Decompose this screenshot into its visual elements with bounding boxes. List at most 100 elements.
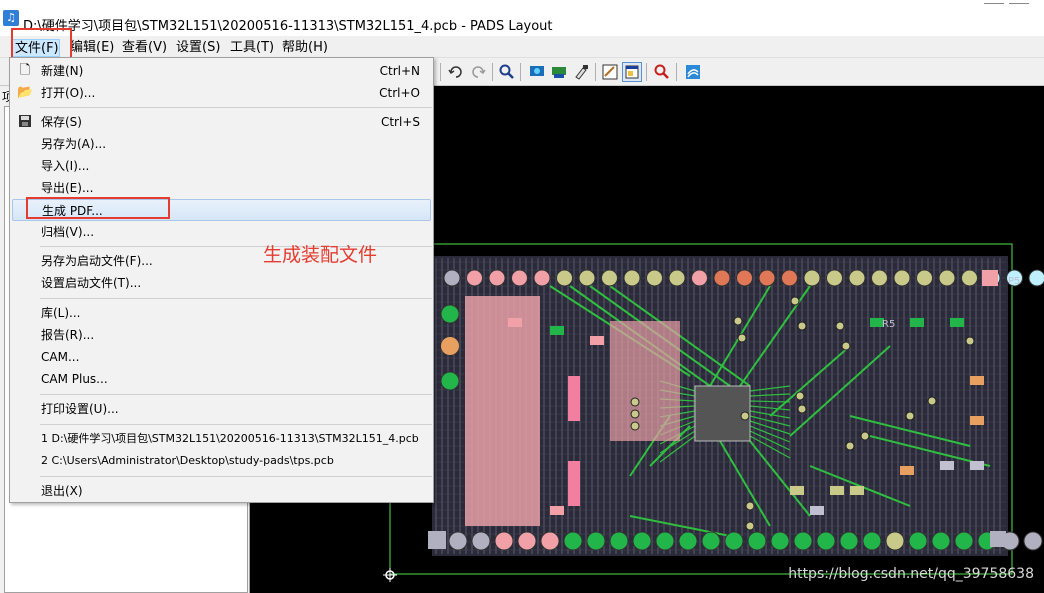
copper-pour-area — [610, 321, 680, 441]
header-pad — [954, 531, 974, 551]
new-file-icon: 🗋 — [19, 63, 31, 78]
copper-pour-area — [465, 296, 540, 526]
menu-view[interactable]: 查看(V) — [120, 39, 169, 57]
toolbar-separator — [646, 63, 647, 81]
menu-item-new[interactable]: 🗋 新建(N) Ctrl+N — [12, 60, 431, 82]
connector-label-p5: P5 — [1008, 276, 1020, 287]
menu-help[interactable]: 帮助(H) — [280, 39, 330, 57]
header-pad — [517, 531, 537, 551]
toolbar-separator — [595, 63, 596, 81]
header-pad — [1028, 269, 1044, 287]
header-pad — [1023, 531, 1043, 551]
smd-component — [970, 461, 984, 470]
menu-item-recent-file-2[interactable]: 2 C:\Users\Administrator\Desktop\study-p… — [12, 450, 431, 472]
menu-separator — [40, 424, 432, 425]
header-pad — [803, 269, 821, 287]
via — [745, 521, 755, 531]
smd-component — [970, 376, 984, 385]
via — [845, 441, 855, 451]
header-pad — [668, 269, 686, 287]
header-pad — [724, 531, 744, 551]
pads-logo-icon: ♫ — [3, 10, 19, 26]
toolbar-separator — [492, 63, 493, 81]
menu-item-save-as[interactable]: 另存为(A)... — [12, 133, 431, 155]
header-pad — [556, 269, 573, 287]
router-link-icon[interactable] — [683, 62, 703, 82]
via — [737, 333, 747, 343]
minimize-button[interactable] — [984, 0, 1004, 4]
header-pad — [448, 531, 468, 551]
menu-item-cam[interactable]: CAM... — [12, 346, 431, 368]
smd-component — [850, 486, 864, 495]
menu-item-exit[interactable]: 退出(X) — [12, 480, 431, 502]
redo-icon[interactable] — [468, 62, 488, 82]
header-pad — [691, 269, 708, 287]
header-pad — [609, 531, 629, 551]
via — [927, 396, 937, 406]
smd-component — [900, 466, 914, 475]
via — [841, 341, 851, 351]
layer-view-icon[interactable] — [527, 62, 547, 82]
header-pad — [540, 531, 560, 551]
menu-item-set-startup[interactable]: 设置启动文件(T)... — [12, 272, 431, 294]
via — [905, 411, 915, 421]
via — [860, 431, 870, 441]
origin-marker — [383, 568, 397, 582]
menu-item-reports[interactable]: 报告(R)... — [12, 324, 431, 346]
menu-item-cam-plus[interactable]: CAM Plus... — [12, 368, 431, 390]
header-pad — [816, 531, 836, 551]
window-controls[interactable] — [984, 0, 1044, 6]
menu-edit[interactable]: 编辑(E) — [68, 39, 116, 57]
annotation-text: 生成装配文件 — [263, 244, 378, 266]
via — [835, 321, 845, 331]
via — [797, 404, 807, 414]
maximize-button[interactable] — [1009, 0, 1029, 4]
menu-item-export[interactable]: 导出(E)... — [12, 177, 431, 199]
menu-item-import[interactable]: 导入(I)... — [12, 155, 431, 177]
layer-toggle-icon[interactable] — [549, 62, 569, 82]
component-label-r5: R5 — [882, 319, 895, 330]
side-pad — [441, 337, 459, 355]
via — [790, 296, 800, 306]
header-pad — [885, 531, 905, 551]
via — [797, 321, 807, 331]
window-layout-icon[interactable] — [622, 62, 642, 82]
verify-design-icon[interactable] — [652, 62, 672, 82]
via — [740, 411, 750, 421]
header-pad — [961, 269, 978, 287]
header-pad — [848, 269, 866, 287]
header-pad — [871, 269, 888, 287]
menu-settings[interactable]: 设置(S) — [174, 39, 222, 57]
header-pad — [601, 269, 618, 287]
capacitor — [568, 461, 580, 506]
smd-component — [810, 506, 824, 515]
zoom-icon[interactable] — [497, 62, 517, 82]
file-menu-dropdown: 🗋 新建(N) Ctrl+N 📂 打开(O)... Ctrl+O 保存(S) C… — [9, 57, 434, 503]
menu-separator — [40, 107, 432, 108]
via — [630, 409, 640, 419]
header-pad — [586, 531, 606, 551]
window-title: D:\硬件学习\项目包\STM32L151\20200516-11313\STM… — [23, 19, 553, 34]
menu-item-open[interactable]: 📂 打开(O)... Ctrl+O — [12, 82, 431, 104]
header-pad — [990, 531, 1006, 547]
menu-item-save[interactable]: 保存(S) Ctrl+S — [12, 111, 431, 133]
menu-item-library[interactable]: 库(L)... — [12, 302, 431, 324]
header-pad — [646, 269, 663, 287]
header-pad — [533, 269, 551, 287]
header-pad — [770, 531, 790, 551]
header-pad — [488, 269, 506, 287]
menu-item-print-setup[interactable]: 打印设置(U)... — [12, 398, 431, 420]
smd-component — [590, 336, 604, 345]
header-pad — [494, 531, 514, 551]
header-pad — [428, 531, 446, 549]
menu-item-recent-file-1[interactable]: 1 D:\硬件学习\项目包\STM32L151\20200516-11313\S… — [12, 428, 431, 450]
undo-icon[interactable] — [446, 62, 466, 82]
header-pad — [563, 531, 583, 551]
paint-brush-icon[interactable] — [571, 62, 591, 82]
menu-tools[interactable]: 工具(T) — [228, 39, 276, 57]
menu-separator — [40, 394, 432, 395]
smd-component — [550, 506, 564, 515]
header-pad — [826, 269, 843, 287]
design-tool-icon[interactable] — [600, 62, 620, 82]
header-pad — [862, 531, 882, 551]
